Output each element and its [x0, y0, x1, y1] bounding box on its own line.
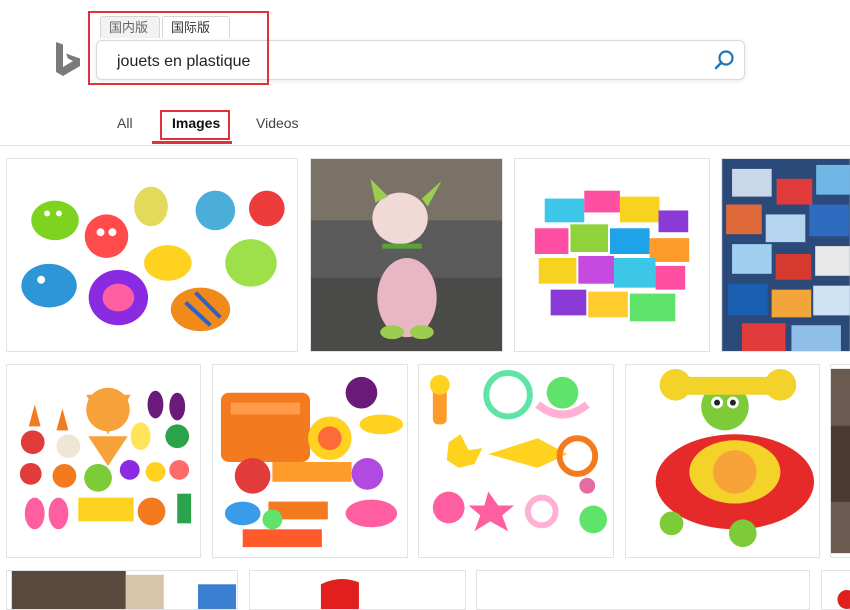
search-input[interactable]: jouets en plastique [117, 53, 250, 71]
active-tab-underline [152, 141, 232, 144]
image-result-toy-telephone[interactable] [625, 364, 820, 558]
tab-images[interactable]: Images [172, 115, 220, 131]
image-result-toy-fruits[interactable] [6, 364, 201, 558]
nav-divider [0, 145, 850, 146]
image-result-row3-2[interactable] [249, 570, 466, 610]
image-result-ceramic-cat[interactable] [310, 158, 503, 352]
image-result-bath-animals[interactable] [6, 158, 298, 352]
image-result-baby-rattles[interactable] [418, 364, 614, 558]
image-result-kitchen-set[interactable] [212, 364, 408, 558]
image-result-building-blocks[interactable] [514, 158, 710, 352]
image-result-clear-blocks[interactable] [721, 158, 850, 352]
image-result-row3-3[interactable] [476, 570, 810, 610]
tab-domestic-version[interactable]: 国内版 [100, 16, 160, 38]
image-result-row3-1[interactable] [6, 570, 238, 610]
search-box[interactable]: jouets en plastique [96, 40, 745, 80]
search-icon[interactable] [710, 47, 738, 75]
tab-videos[interactable]: Videos [256, 115, 299, 131]
tab-international-version[interactable]: 国际版 [162, 16, 230, 38]
tab-all[interactable]: All [117, 115, 133, 131]
image-result-row3-4[interactable] [821, 570, 850, 610]
bing-logo-icon[interactable] [53, 42, 83, 78]
image-result-partial[interactable] [830, 364, 850, 558]
